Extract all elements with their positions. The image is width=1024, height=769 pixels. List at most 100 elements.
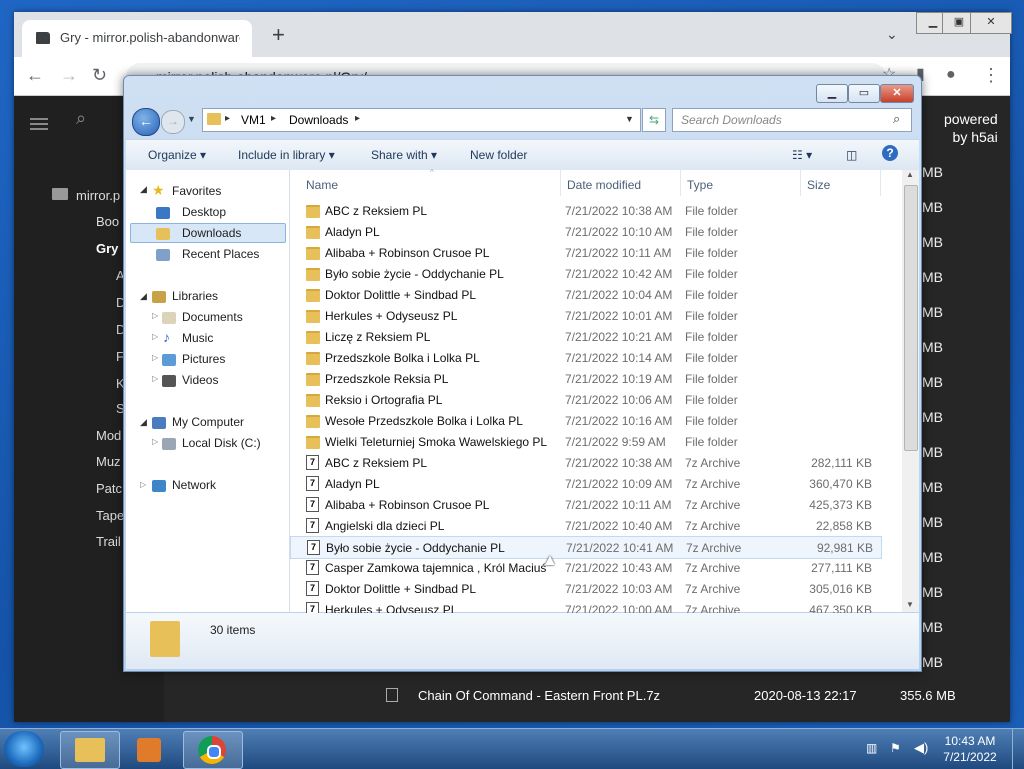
collapsed-arrow-icon[interactable]: ▷ xyxy=(152,374,158,383)
file-row[interactable]: Chain Of Command - Eastern Front PL.7z 2… xyxy=(374,686,994,708)
chevron-right-icon[interactable]: ▸ xyxy=(271,113,276,124)
minimize-button[interactable]: ▁ xyxy=(816,84,848,103)
include-library-menu[interactable]: Include in library ▾ xyxy=(238,148,335,162)
hamburger-icon[interactable] xyxy=(30,118,48,120)
address-bar[interactable]: ▸ VM1 ▸ Downloads ▸ ▼ xyxy=(202,108,641,132)
tree-item[interactable]: Tape xyxy=(96,508,124,523)
column-name[interactable]: Name xyxy=(306,178,338,192)
collapsed-arrow-icon[interactable]: ▷ xyxy=(152,437,158,446)
start-button[interactable] xyxy=(4,731,44,767)
archive-row[interactable]: 7 Casper Zamkowa tajemnica , Król Maciuś 7… xyxy=(290,557,880,578)
browser-tab[interactable]: Gry - mirror.polish-abandonware.pl/Gry/ xyxy=(22,20,252,57)
refresh-icon[interactable]: ⇆ xyxy=(642,108,666,132)
close-button[interactable]: ✕ xyxy=(970,12,1012,34)
column-divider[interactable] xyxy=(560,170,561,196)
nav-downloads[interactable]: Downloads xyxy=(182,226,241,240)
scroll-up-icon[interactable]: ▲ xyxy=(906,170,914,179)
view-options-icon[interactable]: ☷ ▾ xyxy=(792,148,812,162)
chevron-right-icon[interactable]: ▸ xyxy=(355,113,360,124)
folder-row[interactable]: Aladyn PL 7/21/2022 10:10 AM File folder xyxy=(290,221,880,242)
clock[interactable]: 10:43 AM 7/21/2022 xyxy=(938,733,1002,765)
preview-pane-icon[interactable]: ◫ xyxy=(846,148,857,162)
tree-item[interactable]: Muz xyxy=(96,454,121,469)
expand-icon[interactable]: ◢ xyxy=(140,291,147,302)
column-date[interactable]: Date modified xyxy=(567,178,641,192)
nav-localdisk[interactable]: Local Disk (C:) xyxy=(182,436,261,450)
tree-root[interactable]: mirror.p xyxy=(76,188,120,203)
profile-icon[interactable]: ● xyxy=(946,65,956,85)
nav-desktop[interactable]: Desktop xyxy=(182,205,226,219)
explorer-taskbar-button[interactable] xyxy=(60,731,120,769)
nav-recent[interactable]: Recent Places xyxy=(182,247,259,261)
menu-icon[interactable]: ⋮ xyxy=(982,65,1000,85)
column-divider[interactable] xyxy=(800,170,801,196)
breadcrumb-downloads[interactable]: Downloads xyxy=(289,113,348,127)
back-icon[interactable]: ← xyxy=(26,65,44,85)
scroll-thumb[interactable] xyxy=(904,185,918,451)
folder-row[interactable]: Było sobie życie - Oddychanie PL 7/21/202… xyxy=(290,263,880,284)
action-center-icon[interactable]: ⚑ xyxy=(890,741,901,755)
expand-icon[interactable]: ◢ xyxy=(140,184,147,195)
collapsed-arrow-icon[interactable]: ▷ xyxy=(140,480,146,489)
folder-row[interactable]: Liczę z Reksiem PL 7/21/2022 10:21 AM File… xyxy=(290,326,880,347)
folder-row[interactable]: Reksio i Ortografia PL 7/21/2022 10:06 AM… xyxy=(290,389,880,410)
new-folder-button[interactable]: New folder xyxy=(470,148,527,162)
folder-row[interactable]: Przedszkole Reksia PL 7/21/2022 10:19 AM F… xyxy=(290,368,880,389)
archive-row[interactable]: 7 Alibaba + Robinson Crusoe PL 7/21/2022 1… xyxy=(290,494,880,515)
search-icon[interactable]: ⌕ xyxy=(76,108,86,129)
nav-documents[interactable]: Documents xyxy=(182,310,243,324)
forward-button[interactable]: → xyxy=(161,110,185,134)
new-tab-icon[interactable]: + xyxy=(272,24,285,46)
archive-row[interactable]: 7 Było sobie życie - Oddychanie PL 7/21/20… xyxy=(290,536,882,559)
volume-icon[interactable]: ◀) xyxy=(914,740,928,756)
column-type[interactable]: Type xyxy=(687,178,713,192)
archive-row[interactable]: 7 Aladyn PL 7/21/2022 10:09 AM 7z Archive 36… xyxy=(290,473,880,494)
archive-row[interactable]: 7 ABC z Reksiem PL 7/21/2022 10:38 AM 7z Ar… xyxy=(290,452,880,473)
back-button[interactable]: ← xyxy=(132,108,160,136)
archive-row[interactable]: 7 Doktor Dolittle + Sindbad PL 7/21/2022 1… xyxy=(290,578,880,599)
chevron-right-icon[interactable]: ▸ xyxy=(225,113,230,124)
nav-music[interactable]: Music xyxy=(182,331,213,345)
folder-row[interactable]: Wielki Teleturniej Smoka Wawelskiego PL 7… xyxy=(290,431,880,452)
folder-row[interactable]: ABC z Reksiem PL 7/21/2022 10:38 AM File f… xyxy=(290,200,880,221)
search-field[interactable]: Search Downloads ⌕ xyxy=(672,108,912,132)
folder-row[interactable]: Przedszkole Bolka i Lolka PL 7/21/2022 10… xyxy=(290,347,880,368)
nav-videos[interactable]: Videos xyxy=(182,373,218,387)
share-with-menu[interactable]: Share with ▾ xyxy=(371,148,437,162)
powered-link[interactable]: by h5ai xyxy=(944,128,998,146)
nav-libraries[interactable]: Libraries xyxy=(172,289,218,303)
tree-item[interactable]: Mod xyxy=(96,428,121,443)
archive-row[interactable]: 7 Angielski dla dzieci PL 7/21/2022 10:40 … xyxy=(290,515,880,536)
expand-icon[interactable]: ◢ xyxy=(140,417,147,428)
forward-icon[interactable]: → xyxy=(60,65,78,85)
tree-item[interactable]: Trail xyxy=(96,534,121,549)
chevron-down-icon[interactable]: ⌄ xyxy=(886,26,898,43)
show-desktop-button[interactable] xyxy=(1012,729,1024,769)
folder-row[interactable]: Doktor Dolittle + Sindbad PL 7/21/2022 10… xyxy=(290,284,880,305)
media-player-taskbar-button[interactable] xyxy=(122,731,182,769)
history-dropdown-icon[interactable]: ▼ xyxy=(187,114,196,124)
collapsed-arrow-icon[interactable]: ▷ xyxy=(152,332,158,341)
collapsed-arrow-icon[interactable]: ▷ xyxy=(152,311,158,320)
tree-item[interactable]: Boo xyxy=(96,214,119,229)
close-button[interactable]: ✕ xyxy=(880,84,914,103)
chrome-taskbar-button[interactable] xyxy=(183,731,243,769)
tree-item[interactable]: Gry xyxy=(96,241,118,256)
nav-computer[interactable]: My Computer xyxy=(172,415,244,429)
breadcrumb-vm1[interactable]: VM1 xyxy=(241,113,266,127)
folder-row[interactable]: Wesołe Przedszkole Bolka i Lolka PL 7/21/… xyxy=(290,410,880,431)
reload-icon[interactable]: ↻ xyxy=(92,65,107,85)
help-icon[interactable]: ? xyxy=(882,145,898,161)
network-tray-icon[interactable]: ▥ xyxy=(866,741,877,755)
organize-menu[interactable]: Organize ▾ xyxy=(148,148,206,162)
column-size[interactable]: Size xyxy=(807,178,830,192)
search-icon[interactable]: ⌕ xyxy=(893,111,900,127)
vertical-scrollbar[interactable]: ▲ ▼ xyxy=(902,170,919,612)
nav-favorites[interactable]: Favorites xyxy=(172,184,221,198)
tree-item[interactable]: Patc xyxy=(96,481,122,496)
folder-row[interactable]: Alibaba + Robinson Crusoe PL 7/21/2022 10… xyxy=(290,242,880,263)
folder-row[interactable]: Herkules + Odyseusz PL 7/21/2022 10:01 AM… xyxy=(290,305,880,326)
column-divider[interactable] xyxy=(680,170,681,196)
chevron-down-icon[interactable]: ▼ xyxy=(625,114,634,124)
collapsed-arrow-icon[interactable]: ▷ xyxy=(152,353,158,362)
